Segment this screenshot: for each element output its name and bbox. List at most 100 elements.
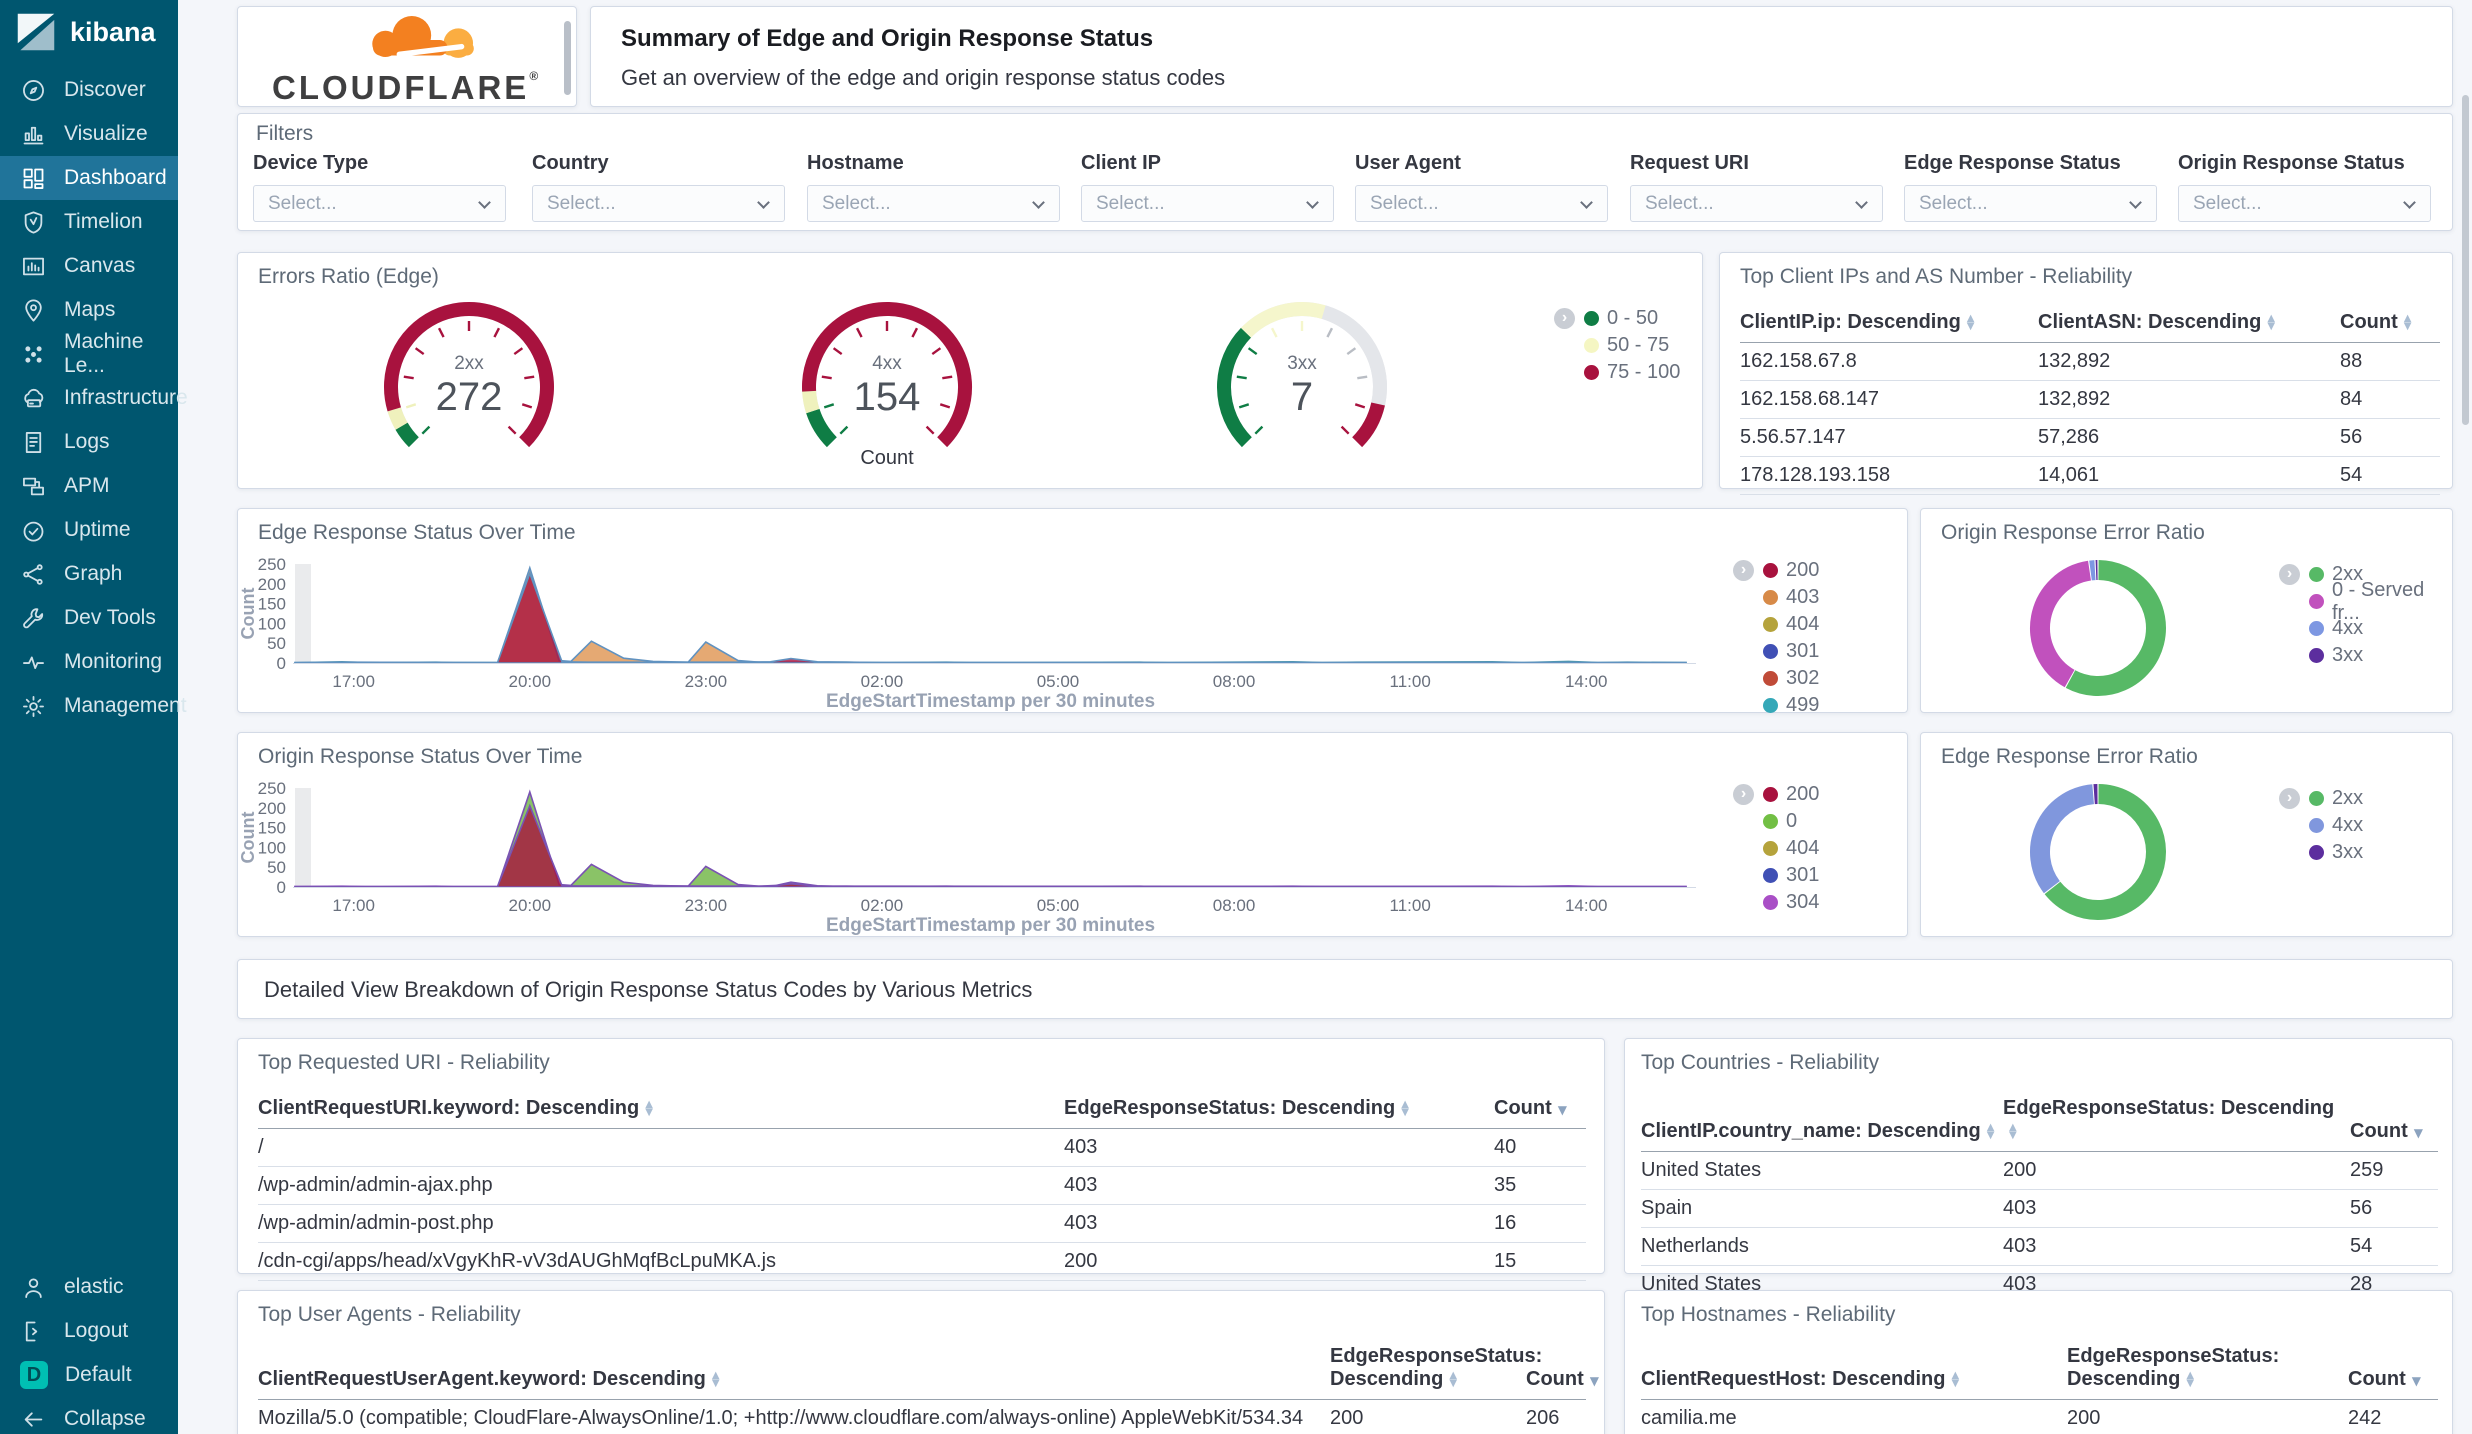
origin-ratio-donut[interactable] xyxy=(2023,553,2173,703)
sort-desc-icon[interactable]: ▼ xyxy=(2414,1126,2423,1140)
sidebar-item-canvas[interactable]: Canvas xyxy=(0,244,178,288)
column-header[interactable]: EdgeResponseStatus: Descending ▲ ▼ xyxy=(2003,1091,2350,1152)
legend-expand-icon[interactable]: › xyxy=(2279,788,2300,809)
svg-text:Count: Count xyxy=(238,812,258,864)
sidebar-footer-collapse[interactable]: Collapse xyxy=(0,1397,178,1434)
sidebar-item-timelion[interactable]: Timelion xyxy=(0,200,178,244)
filter-select[interactable]: Select... xyxy=(253,185,506,222)
requested-uri-title: Top Requested URI - Reliability xyxy=(258,1051,550,1074)
filter-select[interactable]: Select... xyxy=(1355,185,1608,222)
sidebar-footer-elastic[interactable]: elastic xyxy=(0,1265,178,1309)
sidebar-item-maps[interactable]: Maps xyxy=(0,288,178,332)
sidebar-item-infrastructure[interactable]: Infrastructure xyxy=(0,376,188,420)
chevron-down-icon xyxy=(478,196,491,209)
legend-item[interactable]: › 2xx xyxy=(2279,785,2363,812)
sidebar-item-apm[interactable]: APM xyxy=(0,464,178,508)
sort-desc-icon[interactable]: ▼ xyxy=(1558,1103,1567,1117)
column-header[interactable]: EdgeResponseStatus: Descending ▲ ▼ xyxy=(1064,1091,1494,1129)
sort-icon[interactable]: ▲ ▼ xyxy=(2267,313,2275,331)
column-header[interactable]: EdgeResponseStatus: Descending ▲ ▼ xyxy=(2067,1339,2348,1400)
errors-ratio-title: Errors Ratio (Edge) xyxy=(258,265,439,288)
legend-item[interactable]: 301 xyxy=(1733,862,1819,889)
legend-item[interactable]: 4xx xyxy=(2279,812,2363,839)
sidebar-item-dashboard[interactable]: Dashboard xyxy=(0,156,178,200)
sort-icon[interactable]: ▲ ▼ xyxy=(1401,1099,1409,1117)
filter-select[interactable]: Select... xyxy=(532,185,785,222)
sort-desc-icon[interactable]: ▼ xyxy=(2412,1374,2421,1388)
column-header[interactable]: EdgeResponseStatus: Descending ▲ ▼ xyxy=(1330,1339,1542,1400)
legend-item[interactable]: 0 xyxy=(1733,808,1819,835)
filter-select[interactable]: Select... xyxy=(1081,185,1334,222)
column-header[interactable]: Count ▼ xyxy=(2348,1339,2438,1400)
sort-icon[interactable]: ▲ ▼ xyxy=(1449,1370,1457,1388)
sidebar-item-discover[interactable]: Discover xyxy=(0,68,178,112)
sort-icon[interactable]: ▲ ▼ xyxy=(1967,313,1975,331)
sort-desc-icon[interactable]: ▼ xyxy=(1590,1374,1599,1388)
sidebar-item-uptime[interactable]: Uptime xyxy=(0,508,178,552)
column-header[interactable]: Count ▼ xyxy=(1494,1091,1586,1129)
sort-icon[interactable]: ▲ ▼ xyxy=(1987,1122,1995,1140)
page-scrollbar[interactable] xyxy=(2462,95,2469,425)
sort-icon[interactable]: ▲ ▼ xyxy=(2404,313,2412,331)
column-header[interactable]: ClientIP.ip: Descending ▲ ▼ xyxy=(1740,305,2038,343)
sidebar-item-dev-tools[interactable]: Dev Tools xyxy=(0,596,178,640)
legend-item[interactable]: 302 xyxy=(1733,665,1819,692)
legend-expand-icon[interactable]: › xyxy=(1733,560,1754,581)
sidebar-item-visualize[interactable]: Visualize xyxy=(0,112,178,156)
legend-item[interactable]: 50 - 75 xyxy=(1554,332,1680,359)
legend-item[interactable]: 403 xyxy=(1733,584,1819,611)
legend-item[interactable]: 3xx xyxy=(2279,839,2363,866)
origin-error-ratio-panel: Origin Response Error Ratio › 2xx 0 - Ser… xyxy=(1920,508,2453,713)
panel-scrollbar[interactable] xyxy=(564,21,571,95)
sidebar-item-graph[interactable]: Graph xyxy=(0,552,178,596)
sort-icon[interactable]: ▲ ▼ xyxy=(712,1370,720,1388)
column-header[interactable]: ClientRequestUserAgent.keyword: Descendi… xyxy=(258,1339,1330,1400)
kibana-brand[interactable]: kibana xyxy=(0,0,178,64)
sort-icon[interactable]: ▲ ▼ xyxy=(1951,1370,1959,1388)
chevron-down-icon xyxy=(2403,196,2416,209)
column-header[interactable]: ClientASN: Descending ▲ ▼ xyxy=(2038,305,2340,343)
column-header[interactable]: ClientIP.country_name: Descending ▲ ▼ xyxy=(1641,1091,2003,1152)
legend-item[interactable]: › 200 xyxy=(1733,557,1819,584)
filter-select[interactable]: Select... xyxy=(807,185,1060,222)
sidebar-item-logs[interactable]: Logs xyxy=(0,420,178,464)
sidebar-footer-logout[interactable]: Logout xyxy=(0,1309,178,1353)
column-header[interactable]: ClientRequestHost: Descending ▲ ▼ xyxy=(1641,1339,2067,1400)
legend-item[interactable]: › 0 - 50 xyxy=(1554,305,1680,332)
legend-expand-icon[interactable]: › xyxy=(2279,564,2300,585)
sort-icon[interactable]: ▲ ▼ xyxy=(2186,1370,2194,1388)
legend-expand-icon[interactable]: › xyxy=(1733,784,1754,805)
filter-select[interactable]: Select... xyxy=(1904,185,2157,222)
edge-ratio-donut[interactable] xyxy=(2023,777,2173,927)
legend-item[interactable]: 404 xyxy=(1733,835,1819,862)
column-header[interactable]: Count ▼ xyxy=(2350,1091,2438,1152)
sidebar-item-monitoring[interactable]: Monitoring xyxy=(0,640,178,684)
filters-title: Filters xyxy=(256,122,314,145)
legend-item[interactable]: 0 - Served fr... xyxy=(2279,579,2452,624)
chevron-down-icon xyxy=(1855,196,1868,209)
column-header[interactable]: ClientRequestURI.keyword: Descending ▲ ▼ xyxy=(258,1091,1064,1129)
sort-icon[interactable]: ▲ ▼ xyxy=(645,1099,653,1117)
legend-item[interactable]: 75 - 100 xyxy=(1554,359,1680,386)
filter-select[interactable]: Select... xyxy=(1630,185,1883,222)
user-agents-panel: Top User Agents - Reliability ClientRequ… xyxy=(237,1290,1605,1434)
sort-icon[interactable]: ▲ ▼ xyxy=(2009,1122,2017,1140)
filter-select[interactable]: Select... xyxy=(2178,185,2431,222)
legend-item[interactable]: › 200 xyxy=(1733,781,1819,808)
legend-item[interactable]: 301 xyxy=(1733,638,1819,665)
sidebar-footer-default[interactable]: D Default xyxy=(0,1353,178,1397)
svg-text:08:00: 08:00 xyxy=(1213,896,1256,915)
legend-item[interactable]: 404 xyxy=(1733,611,1819,638)
filter-label: Hostname xyxy=(807,152,904,174)
edge-area-chart[interactable]: 050100150200250 17:00 20:00 23:00 02:00 05:00… xyxy=(238,509,1909,714)
filter-label: Edge Response Status xyxy=(1904,152,2121,174)
origin-area-chart[interactable]: 05010015020025017:00 20:00 23:00 02:00 05:00… xyxy=(238,733,1909,938)
legend-item[interactable]: 3xx xyxy=(2279,642,2452,669)
legend-item[interactable]: 499 xyxy=(1733,692,1819,719)
legend-item[interactable]: 304 xyxy=(1733,889,1819,916)
sidebar-item-machine-le[interactable]: Machine Le... xyxy=(0,330,178,377)
sidebar-item-management[interactable]: Management xyxy=(0,684,187,728)
legend-expand-icon[interactable]: › xyxy=(1554,308,1575,329)
gauge-label: 4xx xyxy=(872,353,902,374)
column-header[interactable]: Count ▲ ▼ xyxy=(2340,305,2440,343)
